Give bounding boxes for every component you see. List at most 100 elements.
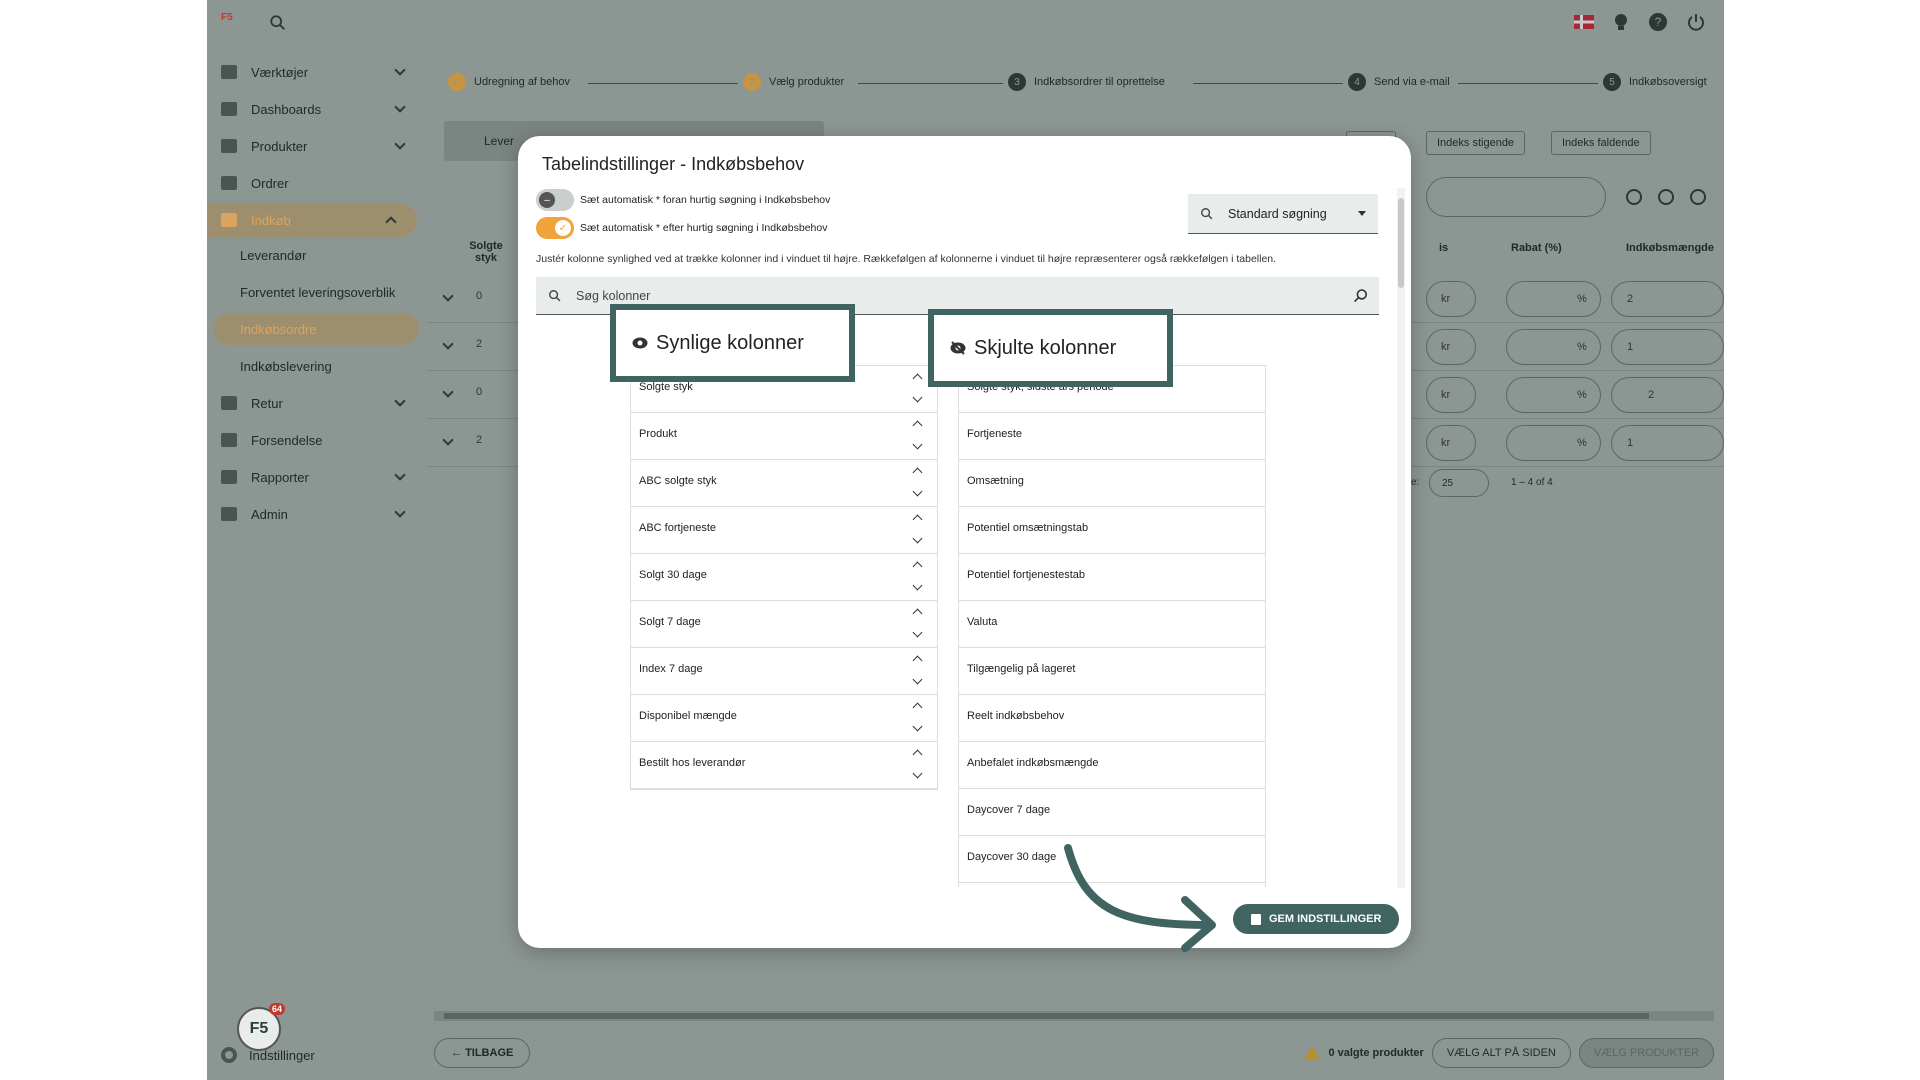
list-item[interactable]: Disponibel mængde <box>631 695 937 742</box>
chevron-down-icon[interactable] <box>912 721 923 732</box>
chip-index-descending[interactable]: Indeks faldende <box>1551 131 1651 155</box>
list-item[interactable]: Fortjeneste <box>959 413 1265 460</box>
chevron-down-icon[interactable] <box>912 768 923 779</box>
list-item[interactable]: Omsætning <box>959 460 1265 507</box>
sidebar-item-ordrer[interactable]: Ordrer <box>207 166 426 200</box>
lightbulb-icon[interactable] <box>1612 12 1630 32</box>
truck-icon <box>221 433 237 447</box>
list-item[interactable]: Solgt 30 dage <box>631 554 937 601</box>
bottom-bar: ← TILBAGE 0 valgte produkter VÆLG ALT PÅ… <box>426 1032 1724 1080</box>
search-mode-select[interactable]: Standard søgning <box>1188 194 1378 234</box>
chevron-down-icon[interactable] <box>912 674 923 685</box>
app-badge[interactable]: F5 64 <box>237 1003 285 1051</box>
chevron-up-icon[interactable] <box>912 702 923 713</box>
history-icon[interactable] <box>1658 189 1674 205</box>
chevron-down-icon[interactable] <box>912 392 923 403</box>
list-item[interactable]: Valuta <box>959 601 1265 648</box>
quick-search-field[interactable] <box>1426 177 1606 217</box>
gear-icon <box>221 1047 237 1063</box>
select-products-button[interactable]: VÆLG PRODUKTER <box>1578 1038 1714 1068</box>
step-connector <box>1193 83 1343 84</box>
sidebar-item-admin[interactable]: Admin <box>207 497 426 531</box>
selected-count: 0 valgte produkter <box>1328 1047 1424 1059</box>
search-icon[interactable] <box>1626 189 1642 205</box>
sidebar-item-indkoeb[interactable]: Indkøb <box>207 203 417 237</box>
save-settings-button[interactable]: GEM INDSTILLINGER <box>1233 904 1400 934</box>
rows-per-page-label: e: <box>1411 477 1420 488</box>
step-3[interactable]: 3 Indkøbsordrer til oprettelse <box>1008 73 1165 91</box>
chevron-down-icon[interactable] <box>442 434 454 446</box>
search-icon <box>1201 207 1213 219</box>
list-item[interactable]: Reelt indkøbsbehov <box>959 695 1265 742</box>
list-item[interactable]: Potentiel omsætningstab <box>959 507 1265 554</box>
chevron-up-icon[interactable] <box>912 561 923 572</box>
chevron-down-icon <box>394 506 406 518</box>
list-item[interactable]: Index 7 dage <box>631 648 937 695</box>
list-item[interactable]: Daycover 7 dage <box>959 789 1265 836</box>
list-item[interactable]: ABC fortjeneste <box>631 507 937 554</box>
chevron-down-icon[interactable] <box>442 386 454 398</box>
scrollbar-thumb[interactable] <box>1398 198 1404 288</box>
chevron-up-icon[interactable] <box>912 373 923 384</box>
chevron-down-icon[interactable] <box>912 486 923 497</box>
chevron-up-icon[interactable] <box>912 655 923 666</box>
chevron-up-icon[interactable] <box>912 420 923 431</box>
sidebar-item-dashboards[interactable]: Dashboards <box>207 92 426 126</box>
gear-icon[interactable] <box>1690 189 1706 205</box>
chevron-up-icon[interactable] <box>912 514 923 525</box>
list-item[interactable]: ABC solgte styk <box>631 460 937 507</box>
chevron-up-icon[interactable] <box>912 608 923 619</box>
sidebar-item-vaerktoejer[interactable]: Værktøjer <box>207 55 426 89</box>
horizontal-scrollbar[interactable] <box>434 1011 1714 1021</box>
list-item[interactable]: Solgt 7 dage <box>631 601 937 648</box>
list-item[interactable]: Produkt <box>631 413 937 460</box>
step-connector <box>588 83 738 84</box>
sidebar-subitem-indkoebsordre[interactable]: Indkøbsordre <box>214 313 419 345</box>
list-item[interactable]: Bestilt hos leverandør <box>631 742 937 789</box>
chevron-up-icon[interactable] <box>912 467 923 478</box>
power-icon[interactable] <box>1686 12 1706 32</box>
chevron-down-icon[interactable] <box>912 533 923 544</box>
hidden-columns-heading: Skjulte kolonner <box>928 309 1173 387</box>
app-logo[interactable]: F5 <box>221 12 251 34</box>
sidebar-item-produkter[interactable]: Produkter <box>207 129 426 163</box>
rows-per-page-select[interactable]: 25 <box>1429 469 1489 497</box>
stepper: ✓ Udregning af behov 2 Vælg produkter 3 Ind… <box>448 73 1707 93</box>
back-button[interactable]: ← TILBAGE <box>434 1038 531 1068</box>
col-header-discount: Rabat (%) <box>1511 242 1562 254</box>
toggle-prefix-wildcard[interactable]: – <box>536 189 574 211</box>
sidebar-item-rapporter[interactable]: Rapporter <box>207 460 426 494</box>
dialog-scrollbar[interactable] <box>1397 188 1405 888</box>
sidebar-subitem-forventet-leveringsoverblik[interactable]: Forventet leveringsoverblik <box>207 276 426 308</box>
step-1[interactable]: ✓ Udregning af behov <box>448 73 570 91</box>
sidebar-item-forsendelse[interactable]: Forsendelse <box>207 423 426 457</box>
list-item[interactable]: Anbefalet indkøbsmængde <box>959 742 1265 789</box>
chevron-down-icon[interactable] <box>912 439 923 450</box>
flag-denmark-icon[interactable] <box>1574 15 1594 29</box>
advanced-search-icon[interactable] <box>1353 288 1369 304</box>
instructions-text: Justér kolonne synlighed ved at trække k… <box>536 253 1277 265</box>
chart-icon <box>221 470 237 484</box>
step-5[interactable]: 5 Indkøbsoversigt <box>1603 73 1707 91</box>
help-icon[interactable]: ? <box>1648 12 1668 32</box>
toggle-suffix-wildcard[interactable]: ✓ <box>536 217 574 239</box>
sidebar-subitem-indkoebslevering[interactable]: Indkøbslevering <box>207 350 426 382</box>
list-item[interactable]: Potentiel fortjenestestab <box>959 554 1265 601</box>
search-icon[interactable] <box>269 14 287 32</box>
col-header-qty: Indkøbsmængde <box>1626 242 1715 254</box>
chevron-down-icon[interactable] <box>912 580 923 591</box>
step-4[interactable]: 4 Send via e-mail <box>1348 73 1450 91</box>
step-2[interactable]: 2 Vælg produkter <box>743 73 844 91</box>
settings-link[interactable]: Indstillinger <box>221 1047 315 1063</box>
chevron-down-icon[interactable] <box>912 627 923 638</box>
chevron-down-icon[interactable] <box>442 290 454 302</box>
caret-down-icon <box>1358 211 1366 216</box>
chevron-up-icon[interactable] <box>912 749 923 760</box>
select-all-on-page-button[interactable]: VÆLG ALT PÅ SIDEN <box>1431 1038 1571 1068</box>
chip-index-ascending[interactable]: Indeks stigende <box>1426 131 1526 155</box>
sidebar-subitem-leverandoer[interactable]: Leverandør <box>207 239 426 271</box>
scrollbar-thumb[interactable] <box>444 1013 1649 1019</box>
sidebar-item-retur[interactable]: Retur <box>207 386 426 420</box>
list-item[interactable]: Tilgængelig på lageret <box>959 648 1265 695</box>
chevron-down-icon[interactable] <box>442 338 454 350</box>
